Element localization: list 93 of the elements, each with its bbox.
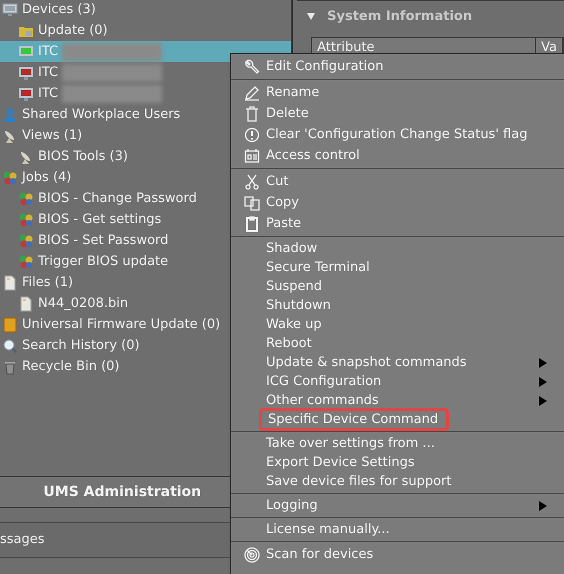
- wrench-icon: [244, 58, 260, 74]
- admin-bar-title: UMS Administration: [43, 482, 202, 502]
- tree-item-label: Shared Workplace Users: [22, 106, 180, 124]
- tree-item[interactable]: Update (0): [0, 20, 292, 41]
- menu-item-label: License manually...: [266, 520, 391, 539]
- menu-item[interactable]: Wake up: [237, 315, 563, 334]
- document-icon: [2, 274, 18, 290]
- tree-item-label: Files (1): [22, 274, 74, 292]
- tree-item-label: BIOS - Change Password: [38, 190, 197, 208]
- menu-item[interactable]: License manually...: [237, 520, 563, 539]
- tree-item-label: N44_0208.bin: [38, 294, 128, 313]
- menu-item-label: Suspend: [266, 278, 324, 296]
- tree-item-label: Devices (3): [22, 0, 96, 19]
- panel-title: System Information: [327, 8, 472, 26]
- menu-item[interactable]: Reboot: [237, 334, 563, 353]
- tree-item-label: Jobs (4): [22, 168, 72, 187]
- gears-icon: [18, 212, 34, 228]
- tree-item-label: ITC: [38, 64, 58, 82]
- menu-item-label: Specific Device Command: [268, 410, 438, 429]
- menu-item[interactable]: Cut: [237, 171, 563, 192]
- monitor-icon: [18, 86, 34, 102]
- tree-item-label: Recycle Bin (0): [22, 358, 120, 376]
- monitor-icon: [18, 44, 34, 60]
- menu-item[interactable]: ICG Configuration: [237, 372, 563, 391]
- menu-item-label: Wake up: [266, 316, 323, 334]
- scissors-icon: [244, 174, 260, 190]
- menu-item-label: Secure Terminal: [266, 258, 371, 277]
- tree-item-label: Search History (0): [22, 336, 140, 355]
- messages-bar-title: ssages: [0, 531, 45, 550]
- gears-icon: [18, 254, 34, 270]
- menu-item-label: Take over settings from ...: [266, 434, 436, 453]
- menu-item[interactable]: Access control: [237, 145, 563, 166]
- menu-item[interactable]: Suspend: [237, 277, 563, 296]
- menu-item[interactable]: Paste: [237, 213, 563, 234]
- menu-item-label: Reboot: [266, 334, 313, 353]
- menu-item-label: Shadow: [266, 240, 318, 258]
- menu-item-label: Export Device Settings: [266, 454, 416, 472]
- menu-item-label: Scan for devices: [266, 546, 374, 564]
- menu-item-label: Access control: [266, 146, 361, 165]
- menu-item-label: Rename: [266, 84, 320, 102]
- tree-item-label: Universal Firmware Update (0): [22, 316, 220, 334]
- gears-icon: [2, 170, 18, 186]
- menu-item-label: Paste: [266, 214, 302, 233]
- menu-item[interactable]: Rename: [237, 82, 563, 103]
- user-icon: [2, 106, 18, 122]
- menu-item[interactable]: Delete: [237, 103, 563, 124]
- menu-item-label: Other commands: [266, 392, 380, 410]
- menu-item[interactable]: Export Device Settings: [237, 453, 563, 472]
- menu-item[interactable]: Shutdown: [237, 296, 563, 315]
- menu-item[interactable]: Save device files for support: [237, 472, 563, 491]
- tree-item-label: BIOS - Get settings: [38, 210, 162, 229]
- tree-item-label: BIOS Tools (3): [38, 148, 128, 166]
- menu-item-label: Logging: [266, 496, 319, 515]
- menu-item-label: Delete: [266, 104, 310, 123]
- menu-item[interactable]: Other commands: [237, 391, 563, 410]
- copy-icon: [244, 194, 260, 210]
- tree-item[interactable]: Devices (3): [0, 0, 292, 20]
- tree-item-label: Views (1): [22, 126, 82, 145]
- menu-item-label: Cut: [266, 172, 290, 191]
- menu-item[interactable]: Clear 'Configuration Change Status' flag: [237, 124, 563, 145]
- menu-item-label: Shutdown: [266, 296, 332, 315]
- tree-item-label: ITC: [38, 84, 58, 103]
- menu-item-label: ICG Configuration: [266, 372, 382, 391]
- monitor-icon: [2, 2, 18, 18]
- trash-icon: [244, 106, 260, 122]
- gears-icon: [18, 190, 34, 206]
- id-card-icon: [244, 148, 260, 164]
- gears-icon: [18, 232, 34, 248]
- menu-item[interactable]: Shadow: [237, 239, 563, 258]
- tree-item-label: ITC: [38, 42, 58, 61]
- menu-item[interactable]: Copy: [237, 192, 563, 213]
- system-info-header[interactable]: System Information: [297, 0, 564, 32]
- tree-item-label: Update (0): [38, 22, 108, 40]
- clipboard-icon: [244, 216, 260, 232]
- menu-item[interactable]: Logging: [237, 496, 563, 515]
- chip-icon: [2, 316, 18, 332]
- tree-item-label: BIOS - Set Password: [38, 232, 168, 250]
- menu-item[interactable]: Scan for devices: [237, 544, 563, 565]
- radar-icon: [244, 546, 260, 562]
- tree-item-label: Trigger BIOS update: [38, 252, 168, 271]
- menu-item[interactable]: Specific Device Command: [259, 408, 450, 431]
- menu-item[interactable]: Take over settings from ...: [237, 434, 563, 453]
- menu-item-label: Update & snapshot commands: [266, 354, 468, 372]
- alert-icon: [244, 126, 260, 142]
- document-icon: [18, 296, 34, 312]
- pencil-icon: [244, 84, 260, 100]
- menu-item-label: Clear 'Configuration Change Status' flag: [266, 126, 528, 144]
- monitor-icon: [18, 64, 34, 80]
- menu-item-label: Save device files for support: [266, 472, 452, 491]
- menu-item[interactable]: Secure Terminal: [237, 258, 563, 277]
- search-icon: [2, 338, 18, 354]
- menu-item[interactable]: Update & snapshot commands: [237, 353, 563, 372]
- menu-item-label: Copy: [266, 194, 300, 212]
